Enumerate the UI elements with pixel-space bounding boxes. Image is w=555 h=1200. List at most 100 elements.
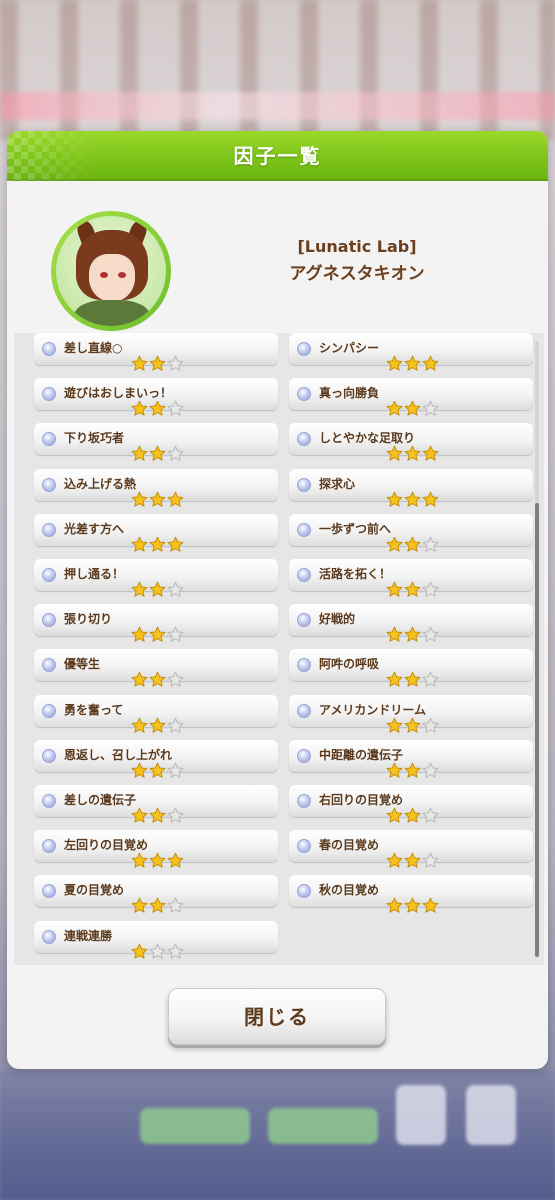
- star-filled-icon: [167, 536, 184, 552]
- star-filled-icon: [131, 807, 148, 823]
- star-empty-icon: [422, 717, 439, 733]
- factor-orb-icon: [42, 794, 56, 808]
- star-filled-icon: [131, 852, 148, 868]
- avatar-portrait: [56, 216, 166, 326]
- star-filled-icon: [386, 898, 403, 914]
- factor-item[interactable]: 左回りの目覚め: [34, 830, 278, 868]
- factor-item[interactable]: 右回りの目覚め: [289, 785, 533, 823]
- factor-item[interactable]: アメリカンドリーム: [289, 694, 533, 733]
- factor-orb-icon: [297, 477, 311, 492]
- character-title: [Lunatic Lab]: [297, 237, 417, 256]
- star-empty-icon: [167, 807, 184, 823]
- star-filled-icon: [149, 446, 166, 462]
- factor-star-rating: [131, 943, 185, 961]
- star-empty-icon: [167, 898, 184, 914]
- factor-item[interactable]: 勇を奮って: [34, 694, 278, 733]
- star-filled-icon: [386, 626, 403, 642]
- factor-item[interactable]: 連戦連勝: [34, 920, 278, 959]
- factor-star-rating: [131, 897, 185, 915]
- star-filled-icon: [404, 672, 421, 688]
- star-filled-icon: [131, 491, 148, 507]
- star-filled-icon: [131, 626, 148, 642]
- background-banner: [0, 92, 555, 120]
- factor-name: 左回りの目覚め: [64, 838, 149, 853]
- star-filled-icon: [422, 898, 439, 914]
- factor-item[interactable]: しとやかな足取り: [289, 423, 533, 462]
- factor-star-rating: [386, 717, 440, 735]
- factor-name: 真っ向勝負: [319, 386, 380, 401]
- factor-name: 勇を奮って: [64, 702, 124, 717]
- factor-name: 連戦連勝: [64, 928, 113, 943]
- factor-name: 光差す方へ: [64, 521, 125, 536]
- factor-name: 一歩ずつ前へ: [319, 521, 392, 536]
- factor-orb-icon: [42, 522, 56, 537]
- factor-orb-icon: [42, 748, 56, 763]
- background-menu-button: [268, 1108, 378, 1144]
- star-filled-icon: [404, 626, 421, 642]
- character-avatar: [51, 211, 171, 331]
- factor-star-rating: [386, 671, 440, 689]
- factor-item[interactable]: 好戦的: [289, 604, 533, 642]
- factor-item[interactable]: シンパシー: [289, 333, 533, 371]
- factor-item[interactable]: 真っ向勝負: [289, 378, 533, 416]
- star-filled-icon: [386, 807, 403, 823]
- avatar-body: [74, 300, 150, 326]
- factor-item[interactable]: 光差す方へ: [34, 513, 278, 552]
- star-filled-icon: [149, 672, 166, 688]
- star-filled-icon: [386, 446, 403, 462]
- factor-name: 中距離の遺伝子: [319, 747, 404, 762]
- star-filled-icon: [404, 400, 421, 416]
- star-filled-icon: [404, 807, 421, 823]
- scrollbar-thumb[interactable]: [535, 503, 539, 957]
- factor-item[interactable]: 優等生: [34, 649, 278, 688]
- factor-orb-icon: [42, 477, 56, 492]
- factor-name: 秋の目覚め: [319, 883, 380, 898]
- factor-item[interactable]: 押し通る！: [34, 559, 278, 597]
- factor-name: しとやかな足取り: [319, 431, 416, 446]
- close-button[interactable]: 閉じる: [168, 988, 386, 1045]
- factor-item[interactable]: 張り切り: [34, 604, 278, 642]
- factor-item[interactable]: 遊びはおしまいっ！: [34, 378, 278, 416]
- factor-item[interactable]: 差し直線○: [34, 333, 278, 371]
- star-filled-icon: [167, 491, 184, 507]
- star-filled-icon: [149, 852, 166, 868]
- star-empty-icon: [167, 400, 184, 416]
- factor-name: 遊びはおしまいっ！: [64, 386, 173, 401]
- star-filled-icon: [149, 626, 166, 642]
- factor-item[interactable]: 春の目覚め: [289, 830, 533, 868]
- factor-star-rating: [131, 581, 185, 599]
- factor-item[interactable]: 恩返し、召し上がれ: [34, 739, 278, 778]
- factor-item[interactable]: 活路を拓く！: [289, 559, 533, 597]
- star-filled-icon: [131, 536, 148, 552]
- avatar-face: [89, 254, 135, 302]
- factor-star-rating: [131, 536, 185, 554]
- factor-name: 込み上げる熱: [64, 476, 137, 491]
- star-empty-icon: [167, 762, 184, 778]
- factor-item[interactable]: 探求心: [289, 468, 533, 507]
- factor-name: 差し直線○: [64, 341, 123, 355]
- factor-item[interactable]: 差しの遺伝子: [34, 785, 278, 823]
- star-filled-icon: [149, 717, 166, 733]
- factor-item[interactable]: 秋の目覚め: [289, 875, 533, 914]
- star-filled-icon: [386, 581, 403, 597]
- star-empty-icon: [167, 446, 184, 462]
- star-filled-icon: [131, 898, 148, 914]
- factor-name: 右回りの目覚め: [319, 793, 404, 807]
- factor-star-rating: [386, 626, 440, 644]
- factor-item[interactable]: 一歩ずつ前へ: [289, 513, 533, 552]
- factor-item[interactable]: 夏の目覚め: [34, 875, 278, 914]
- factor-item[interactable]: 阿吽の呼吸: [289, 649, 533, 688]
- factor-item[interactable]: 込み上げる熱: [34, 468, 278, 507]
- factor-orb-icon: [297, 884, 311, 899]
- factor-item[interactable]: 中距離の遺伝子: [289, 739, 533, 778]
- star-filled-icon: [386, 852, 403, 868]
- factor-name: 活路を拓く！: [319, 567, 392, 581]
- star-filled-icon: [131, 943, 148, 959]
- factor-item[interactable]: 下り坂巧者: [34, 423, 278, 462]
- factor-star-rating: [131, 762, 185, 780]
- star-filled-icon: [149, 898, 166, 914]
- avatar-eye-left: [100, 272, 108, 278]
- star-filled-icon: [404, 355, 421, 371]
- factor-star-rating: [131, 491, 185, 509]
- factor-list[interactable]: 差し直線○ 遊びはおしまいっ！ 下り坂巧者込み上げる熱 光差す方へ押し通る！ 張り切り優…: [14, 333, 544, 965]
